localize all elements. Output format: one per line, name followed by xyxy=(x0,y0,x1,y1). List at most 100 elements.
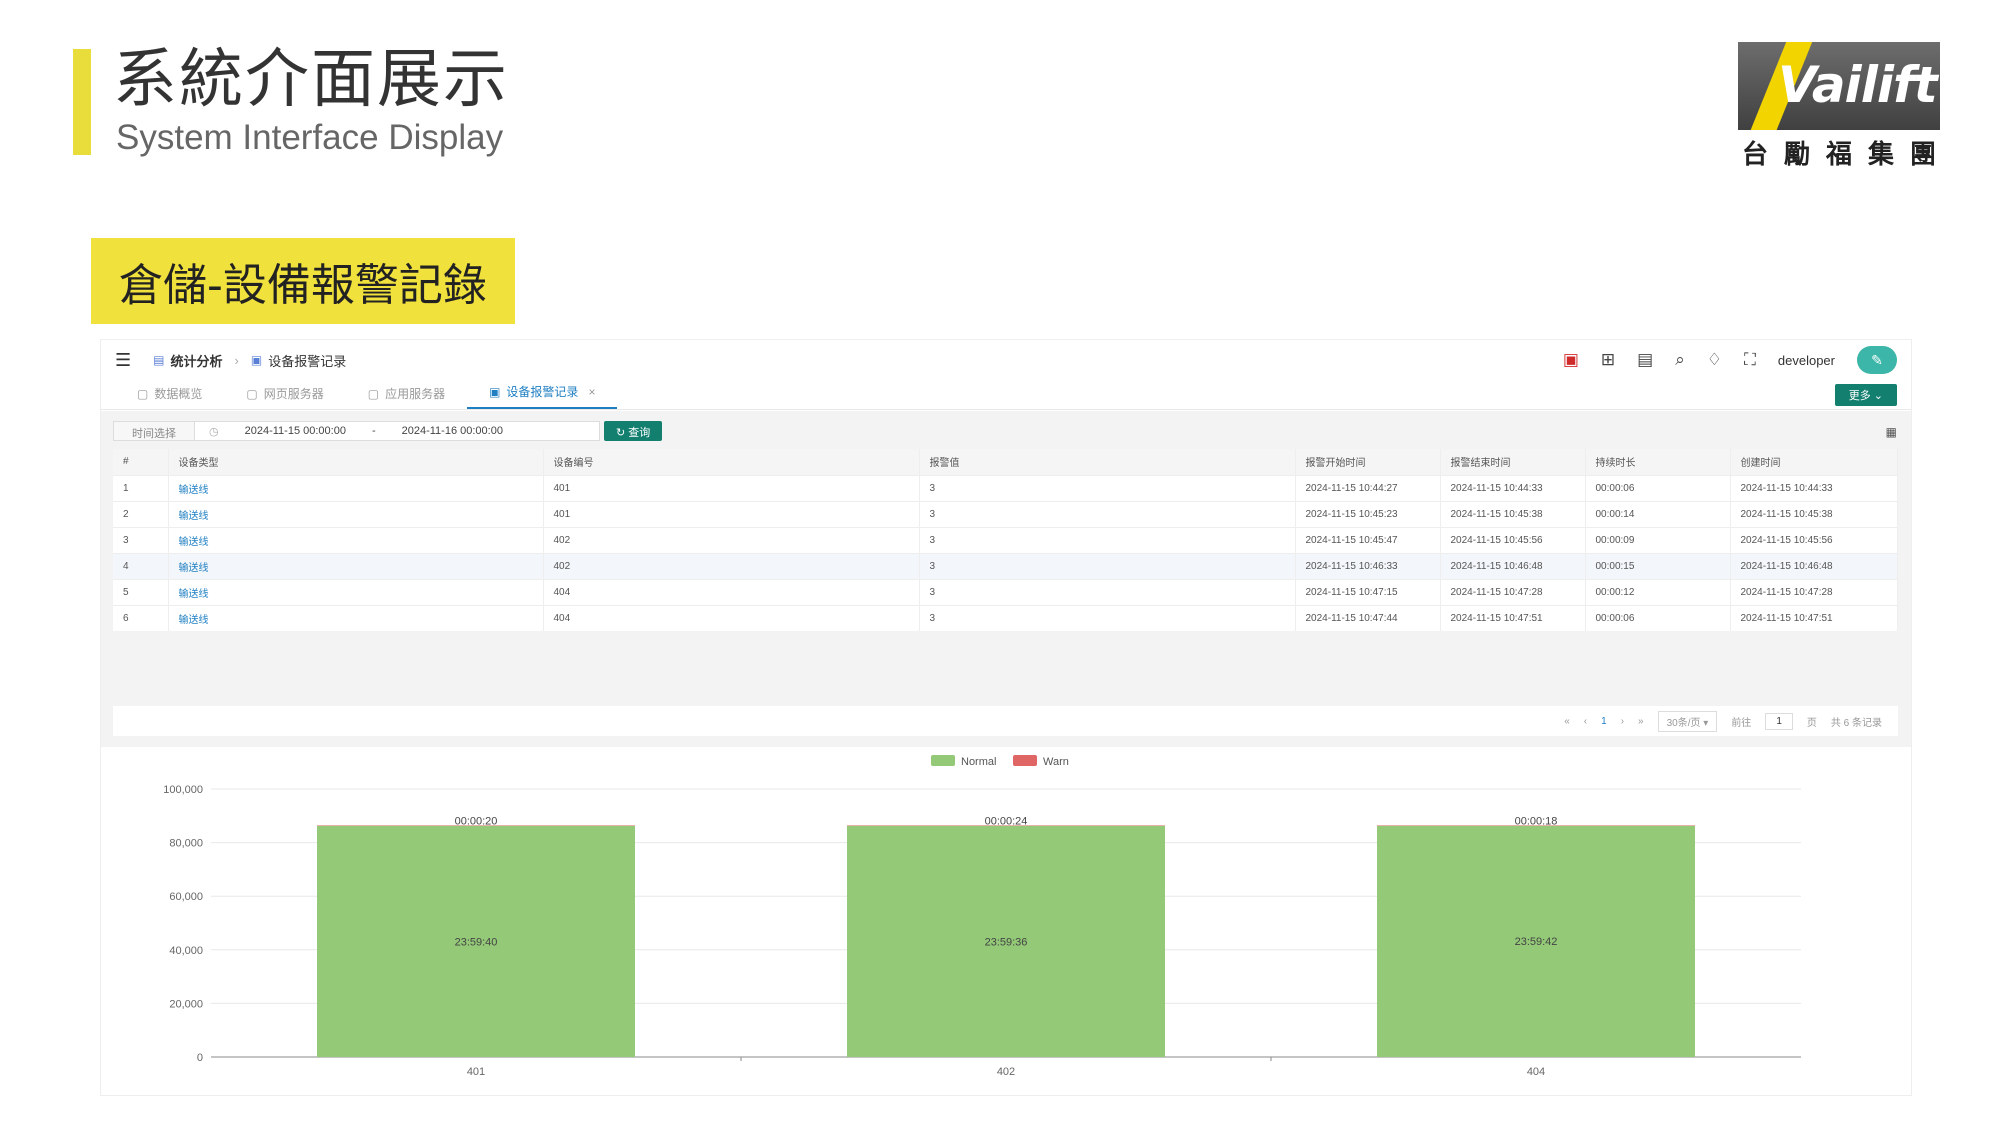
cell-link[interactable]: 输送线 xyxy=(168,526,544,553)
end-date[interactable]: 2024-11-16 00:00:00 xyxy=(402,425,503,437)
cell: 401 xyxy=(543,500,920,527)
cell-link[interactable]: 输送线 xyxy=(168,604,544,631)
toolbar: ▣ ⊞ ▤ ⌕ ♢ ⛶ developer ✎ xyxy=(1563,346,1897,374)
column-header[interactable]: 报警结束时间 xyxy=(1440,449,1586,475)
table-row[interactable]: 3 输送线 402 3 2024-11-15 10:45:47 2024-11-… xyxy=(113,526,1898,553)
x-tick-label: 401 xyxy=(467,1066,485,1078)
search-icon[interactable]: ⌕ xyxy=(1675,350,1685,370)
cell: 2024-11-15 10:45:23 xyxy=(1295,500,1441,527)
cell: 2024-11-15 10:44:33 xyxy=(1440,474,1586,501)
cell: 4 xyxy=(113,552,169,579)
top-bar: ☰ ▤ 统计分析 › ▣ 设备报警记录 ▣ ⊞ ▤ ⌕ ♢ ⛶ develope… xyxy=(101,340,1911,380)
logo-wordmark: Vailift xyxy=(1778,56,1938,114)
tab-app-server[interactable]: ▢ 应用服务器 xyxy=(346,385,467,409)
logo-char: 福 xyxy=(1825,140,1852,170)
goto-page-input[interactable]: 1 xyxy=(1765,712,1793,730)
server-icon: ▢ xyxy=(367,386,380,401)
logo-char: 勵 xyxy=(1783,140,1810,170)
bar-label: 00:00:24 xyxy=(985,815,1028,827)
tab-label: 数据概览 xyxy=(154,387,203,401)
column-header[interactable]: 报警开始时间 xyxy=(1295,449,1441,475)
layout-icon[interactable]: ⊞ xyxy=(1601,350,1615,370)
close-icon[interactable]: × xyxy=(588,385,595,399)
cell: 2024-11-15 10:45:47 xyxy=(1295,526,1441,553)
tab-web-server[interactable]: ▢ 网页服务器 xyxy=(224,385,345,409)
y-tick-label: 40,000 xyxy=(169,945,203,957)
column-settings-icon[interactable]: ▦ xyxy=(1886,425,1897,439)
table-row[interactable]: 5 输送线 404 3 2024-11-15 10:47:15 2024-11-… xyxy=(113,578,1898,605)
cell-link[interactable]: 输送线 xyxy=(168,552,544,579)
cell: 5 xyxy=(113,578,169,605)
pagination: « ‹ 1 › » 30条/页 ▾ 前往 1 页 共 6 条记录 xyxy=(113,706,1898,736)
company-logo: Vailift 台 勵 福 集 團 xyxy=(1738,42,1940,170)
more-label: 更多 xyxy=(1848,390,1871,402)
cell: 402 xyxy=(543,552,920,579)
page-subtitle: System Interface Display xyxy=(116,118,504,157)
cell: 3 xyxy=(919,526,1296,553)
chart-icon: ▤ xyxy=(153,353,165,367)
first-page-button[interactable]: « xyxy=(1564,716,1570,727)
page-icon: ▣ xyxy=(250,353,263,367)
cell: 00:00:15 xyxy=(1585,552,1731,579)
cell-link[interactable]: 输送线 xyxy=(168,578,544,605)
cell: 3 xyxy=(919,604,1296,631)
cell: 401 xyxy=(543,474,920,501)
page-size-select[interactable]: 30条/页 ▾ xyxy=(1657,710,1718,732)
table-row[interactable]: 6 输送线 404 3 2024-11-15 10:47:44 2024-11-… xyxy=(113,604,1898,631)
cell: 2024-11-15 10:45:56 xyxy=(1730,526,1898,553)
table-row[interactable]: 2 输送线 401 3 2024-11-15 10:45:23 2024-11-… xyxy=(113,500,1898,527)
x-tick-label: 402 xyxy=(997,1066,1015,1078)
column-header[interactable]: 报警值 xyxy=(919,449,1296,475)
column-header[interactable]: 持续时长 xyxy=(1585,449,1731,475)
column-header[interactable]: 设备类型 xyxy=(168,449,544,475)
column-header[interactable]: 设备编号 xyxy=(543,449,920,475)
tab-alarm-records[interactable]: ▣ 设备报警记录 × xyxy=(467,383,618,409)
current-page[interactable]: 1 xyxy=(1601,716,1607,727)
x-tick-label: 404 xyxy=(1527,1066,1545,1078)
page-icon: ▣ xyxy=(489,384,501,399)
page-unit: 页 xyxy=(1806,717,1817,729)
fullscreen-icon[interactable]: ⛶ xyxy=(1744,350,1756,370)
dashboard-icon: ▢ xyxy=(137,386,149,401)
goto-label: 前往 xyxy=(1731,717,1752,729)
monitor-alert-icon[interactable]: ▣ xyxy=(1563,350,1579,370)
query-button[interactable]: ↻ 查询 xyxy=(604,421,663,441)
y-tick-label: 0 xyxy=(197,1052,203,1064)
cell: 3 xyxy=(919,500,1296,527)
cell: 2024-11-15 10:47:15 xyxy=(1295,578,1441,605)
more-button[interactable]: 更多 ⌄ xyxy=(1834,384,1897,406)
cell: 00:00:09 xyxy=(1585,526,1731,553)
next-page-button[interactable]: › xyxy=(1621,716,1624,727)
start-date[interactable]: 2024-11-15 00:00:00 xyxy=(245,425,346,437)
avatar[interactable]: ✎ xyxy=(1857,346,1897,374)
cell: 2024-11-15 10:47:51 xyxy=(1440,604,1586,631)
prev-page-button[interactable]: ‹ xyxy=(1584,716,1587,727)
table-row[interactable]: 4 输送线 402 3 2024-11-15 10:46:33 2024-11-… xyxy=(113,552,1898,579)
cell: 00:00:14 xyxy=(1585,500,1731,527)
cell: 2024-11-15 10:45:38 xyxy=(1440,500,1586,527)
date-range-picker[interactable]: ◷ 2024-11-15 00:00:00 - 2024-11-16 00:00… xyxy=(195,421,600,441)
chevron-right-icon: › xyxy=(234,352,239,368)
last-page-button[interactable]: » xyxy=(1638,716,1644,727)
username[interactable]: developer xyxy=(1778,353,1835,368)
theme-icon[interactable]: ♢ xyxy=(1707,350,1722,370)
tab-overview[interactable]: ▢ 数据概览 xyxy=(115,385,224,409)
app-screenshot: ☰ ▤ 统计分析 › ▣ 设备报警记录 ▣ ⊞ ▤ ⌕ ♢ ⛶ develope… xyxy=(100,339,1912,1096)
column-header[interactable]: # xyxy=(113,449,169,475)
screen-icon[interactable]: ▤ xyxy=(1637,350,1653,370)
column-header[interactable]: 创建时间 xyxy=(1730,449,1898,475)
tab-label: 设备报警记录 xyxy=(506,385,579,399)
table-row[interactable]: 1 输送线 401 3 2024-11-15 10:44:27 2024-11-… xyxy=(113,474,1898,501)
logo-char: 團 xyxy=(1909,140,1936,170)
query-label: 查询 xyxy=(628,427,651,439)
cell-link[interactable]: 输送线 xyxy=(168,474,544,501)
chevron-down-icon: ▾ xyxy=(1703,717,1709,729)
bar-label: 00:00:20 xyxy=(455,815,498,827)
filter-bar: 时间选择 ◷ 2024-11-15 00:00:00 - 2024-11-16 … xyxy=(113,421,663,441)
cell-link[interactable]: 输送线 xyxy=(168,500,544,527)
menu-icon[interactable]: ☰ xyxy=(115,350,131,371)
breadcrumb-parent[interactable]: 统计分析 xyxy=(170,351,222,370)
clock-icon: ◷ xyxy=(209,425,219,438)
slide: 系統介面展示 System Interface Display Vailift … xyxy=(0,0,2000,1125)
cell: 00:00:12 xyxy=(1585,578,1731,605)
